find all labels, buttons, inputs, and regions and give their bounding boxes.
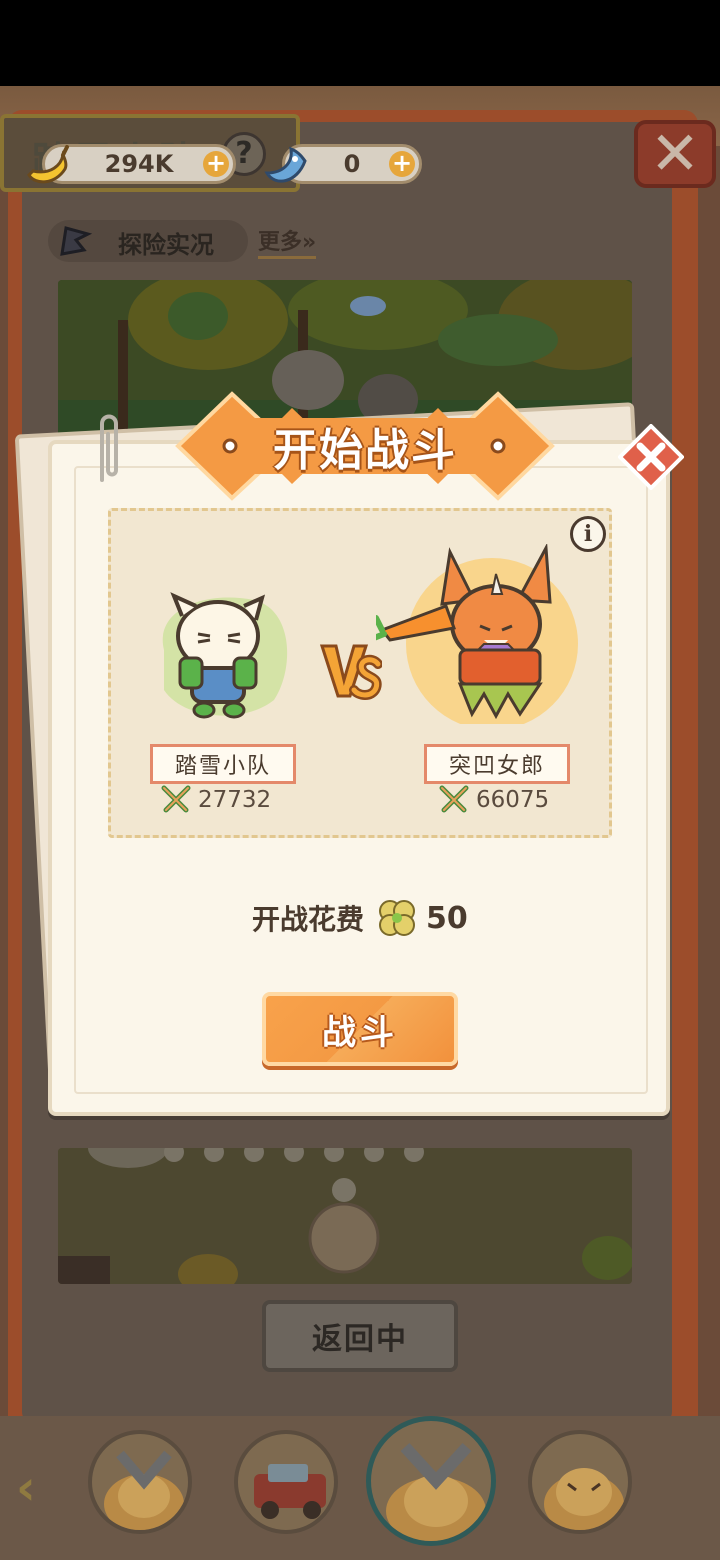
banana-counter: 294K + [27, 144, 236, 184]
battle-cost-label: 开战花费 [252, 903, 365, 936]
cat-team-portrait [162, 592, 288, 719]
right-team-name: 突凹女郎 [448, 754, 545, 779]
flag-icon [60, 226, 93, 256]
fight-button[interactable]: 战斗 [262, 992, 458, 1066]
left-team-name: 踏雪小队 [174, 754, 271, 779]
right-team-power-value: 66075 [476, 787, 550, 813]
gem-add-button[interactable]: + [389, 151, 415, 177]
left-team-power-value: 27732 [198, 787, 272, 813]
more-link[interactable]: 更多» [258, 224, 317, 259]
banana-add-button[interactable]: + [203, 151, 229, 177]
returning-label: 返回中 [312, 1322, 408, 1357]
banana-value: 294K [104, 150, 174, 178]
gem-value: 0 [343, 150, 361, 178]
team-slot-2[interactable] [234, 1430, 338, 1534]
right-team-power: 66075 [438, 784, 549, 816]
team-slot-3-selected[interactable] [366, 1416, 496, 1546]
banana-icon [27, 145, 69, 184]
left-team-name-box: 踏雪小队 [150, 744, 296, 784]
versus-icon [319, 644, 382, 700]
gem-counter: 0 + [264, 144, 422, 184]
meadow-scene [58, 1148, 632, 1284]
scene-viewport-bottom [58, 1148, 632, 1284]
fight-button-label: 战斗 [322, 1012, 398, 1053]
battle-cost-value: 50 [426, 900, 468, 936]
right-team-name-box: 突凹女郎 [424, 744, 570, 784]
crossed-swords-icon [439, 785, 469, 813]
live-report-label: 探险实况 [118, 231, 214, 259]
modal-close-button[interactable] [618, 424, 684, 490]
paperclip-icon [100, 414, 118, 482]
returning-button[interactable]: 返回中 [262, 1300, 458, 1372]
close-expedition-button[interactable]: ✕ [634, 120, 716, 188]
battle-cost: 开战花费 50 [252, 892, 492, 944]
team-slot-4[interactable] [528, 1430, 632, 1534]
chevron-left-icon[interactable]: ‹ [16, 1460, 36, 1516]
clover-icon [379, 900, 416, 936]
team-slot-1[interactable] [88, 1430, 192, 1534]
status-bar [0, 0, 720, 86]
fox-enemy-portrait [376, 544, 578, 724]
blue-fish-gem-icon [264, 146, 307, 183]
left-team-power: 27732 [160, 784, 271, 816]
close-x-icon: ✕ [649, 119, 701, 189]
crossed-swords-icon [161, 785, 191, 813]
live-report-header: 探险实况 [48, 220, 248, 262]
modal-title: 开始战斗 [273, 425, 457, 476]
